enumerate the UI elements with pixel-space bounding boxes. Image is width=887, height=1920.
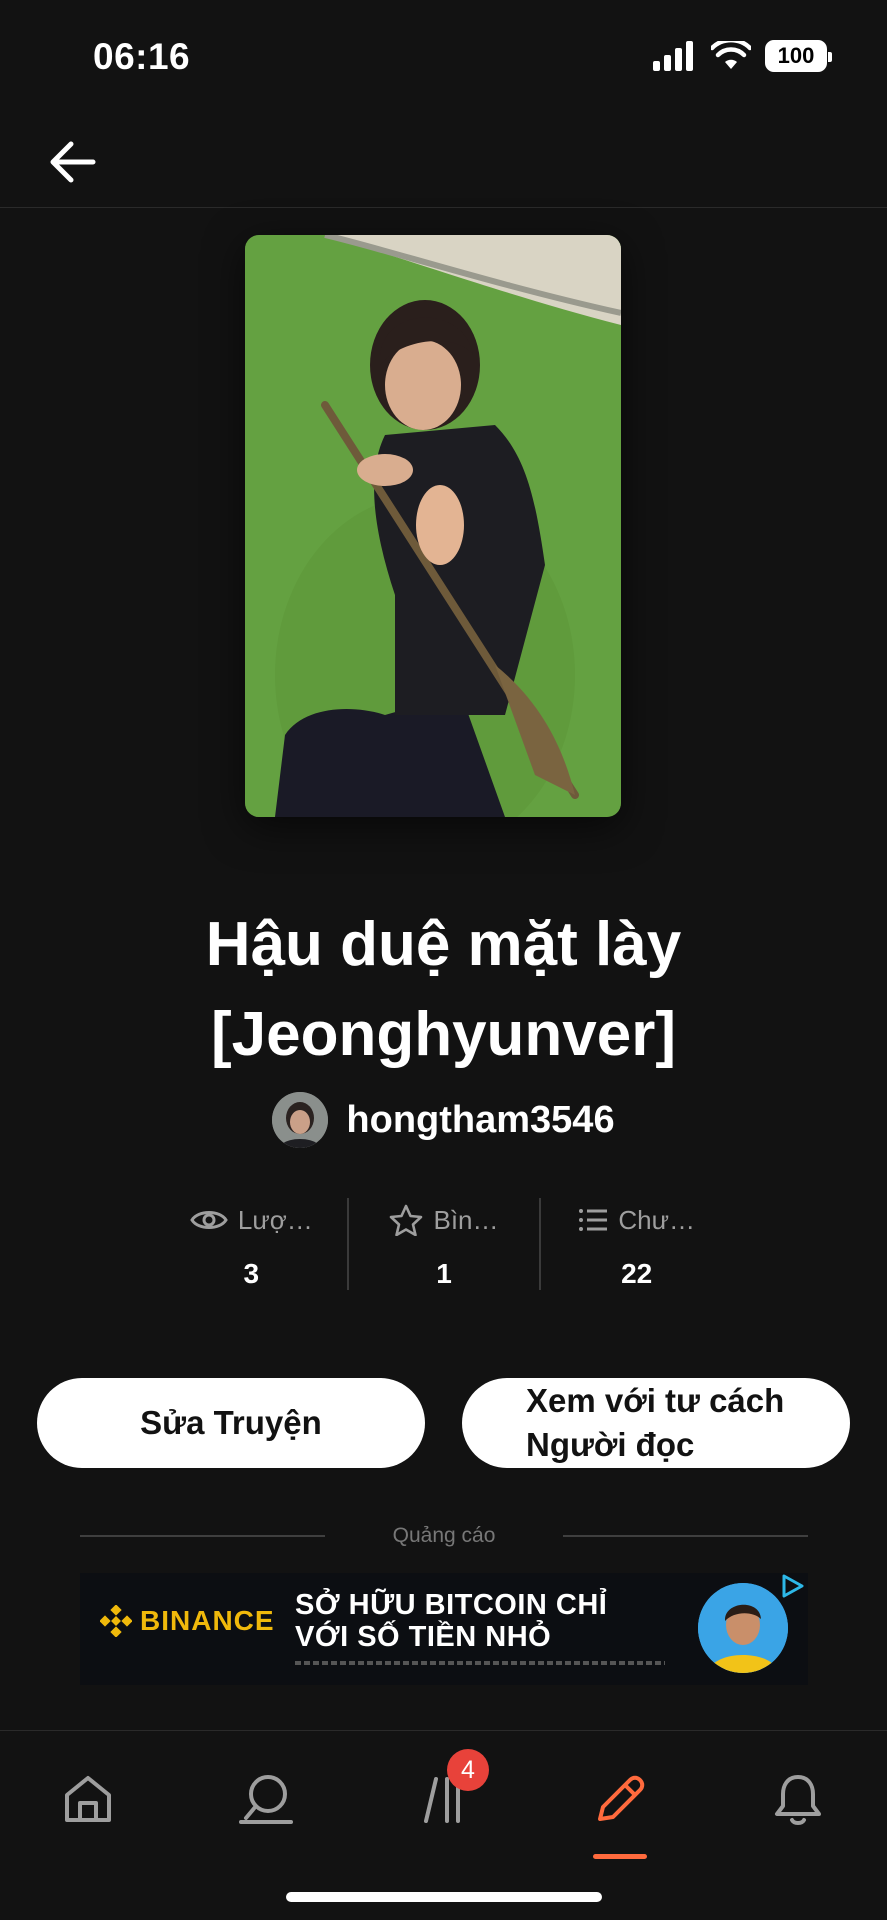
star-icon [390, 1204, 423, 1236]
binance-brand: BINANCE [140, 1605, 275, 1636]
search-icon [239, 1775, 293, 1824]
story-cover[interactable] [245, 235, 621, 817]
stat-votes-label: Bìn… [433, 1204, 499, 1235]
story-stats: Lượ… 3 Bìn… 1 Chư… 22 [156, 1198, 732, 1290]
ad-headline-line2: VỚI SỐ TIỀN NHỎ [295, 1621, 552, 1653]
stat-chapters: Chư… 22 [539, 1198, 732, 1290]
ad-label: Quảng cáo [392, 1524, 496, 1547]
eye-icon [190, 1211, 228, 1229]
divider-line-right [563, 1535, 808, 1537]
home-icon [65, 1776, 111, 1822]
home-indicator[interactable] [286, 1892, 602, 1902]
ad-banner[interactable]: BINANCE SỞ HỮU BITCOIN CHỈ VỚI SỐ TIỀN N… [80, 1573, 808, 1685]
bell-icon [775, 1775, 821, 1825]
signal-icon [653, 41, 693, 71]
ad-headline: SỞ HỮU BITCOIN CHỈ VỚI SỐ TIỀN NHỎ [295, 1589, 607, 1653]
tab-home[interactable] [48, 1759, 128, 1839]
arrow-left-icon [50, 141, 96, 183]
tab-search[interactable] [226, 1759, 306, 1839]
view-as-reader-button[interactable]: Xem với tư cách Người đọc [462, 1378, 850, 1468]
status-icons: 100 [653, 40, 832, 72]
library-badge: 4 [447, 1749, 489, 1791]
story-title-line1: Hậu duệ mặt lày [205, 910, 682, 979]
ad-divider: Quảng cáo [80, 1524, 808, 1548]
stat-reads-label: Lượ… [237, 1204, 313, 1235]
stat-votes: Bìn… 1 [346, 1198, 540, 1290]
pencil-icon [598, 1775, 645, 1821]
story-title-line2: [Jeonghyunver] [210, 1000, 677, 1069]
ad-person-image [698, 1583, 788, 1673]
active-tab-indicator [593, 1854, 647, 1859]
stat-chapters-label: Chư… [618, 1204, 695, 1235]
battery-indicator: 100 [765, 40, 832, 72]
nav-bar [0, 110, 887, 208]
status-time: 06:16 [93, 36, 191, 77]
ad-choices-icon[interactable] [780, 1573, 806, 1604]
status-bar: 06:16 100 [0, 0, 887, 110]
stat-votes-value: 1 [436, 1258, 452, 1289]
tab-write[interactable] [580, 1759, 660, 1859]
binance-icon [100, 1605, 132, 1637]
divider-line-left [80, 1535, 325, 1537]
cover-image [245, 235, 621, 817]
edit-story-button[interactable]: Sửa Truyện [37, 1378, 425, 1468]
author-row[interactable]: hongtham3546 [0, 1092, 887, 1148]
story-title: Hậu duệ mặt lày [Jeonghyunver] [60, 900, 827, 1080]
tab-library[interactable]: 4 [405, 1749, 489, 1839]
wifi-icon [711, 41, 751, 69]
tab-notifications[interactable] [758, 1759, 838, 1839]
avatar [272, 1092, 329, 1148]
ad-headline-line1: SỞ HỮU BITCOIN CHỈ [295, 1589, 608, 1621]
back-button[interactable] [40, 130, 104, 194]
view-as-reader-line2: Người đọc [526, 1426, 695, 1463]
view-as-reader-line1: Xem với tư cách [526, 1382, 785, 1419]
stat-reads: Lượ… 3 [156, 1198, 347, 1290]
ad-fine-print [295, 1661, 665, 1665]
list-icon [579, 1209, 608, 1231]
binance-logo: BINANCE [100, 1605, 275, 1637]
stat-reads-value: 3 [243, 1258, 260, 1289]
author-name[interactable]: hongtham3546 [346, 1099, 614, 1142]
stat-chapters-value: 22 [621, 1258, 653, 1289]
